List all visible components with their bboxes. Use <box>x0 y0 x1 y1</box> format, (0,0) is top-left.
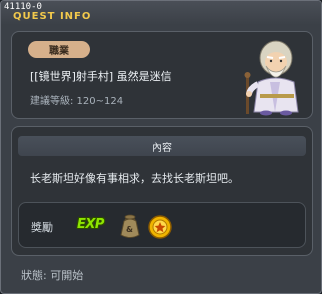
medal-icon[interactable] <box>147 214 173 240</box>
reward-label: 獎勵 <box>31 221 53 234</box>
quest-description: 长老斯坦好像有事相求，去找长老斯坦吧。 <box>30 172 239 185</box>
content-header: 內容 <box>18 136 306 156</box>
npc-elder-portrait <box>244 40 299 116</box>
quest-title: [[镜世界]射手村] 虽然是迷信 <box>30 70 172 83</box>
exp-icon[interactable]: EXP <box>77 217 111 235</box>
reward-box: 獎勵 EXP & <box>18 202 306 248</box>
quest-content-panel: 內容 长老斯坦好像有事相求，去找长老斯坦吧。 獎勵 EXP & <box>11 126 313 256</box>
svg-text:&: & <box>126 225 133 234</box>
recommended-level: 建議等級: 120~124 <box>30 96 124 107</box>
job-badge: 職業 <box>28 41 90 58</box>
window-title: QUEST INFO <box>13 11 92 22</box>
quest-summary-panel: 職業 [[镜世界]射手村] 虽然是迷信 建議等級: 120~124 <box>11 31 313 119</box>
meso-bag-icon[interactable]: & <box>115 211 145 241</box>
quest-info-window: 41110-0 QUEST INFO 職業 [[镜世界]射手村] 虽然是迷信 建… <box>0 0 322 294</box>
title-bar[interactable]: 41110-0 QUEST INFO <box>1 1 321 25</box>
quest-status: 狀態: 可開始 <box>21 269 84 282</box>
